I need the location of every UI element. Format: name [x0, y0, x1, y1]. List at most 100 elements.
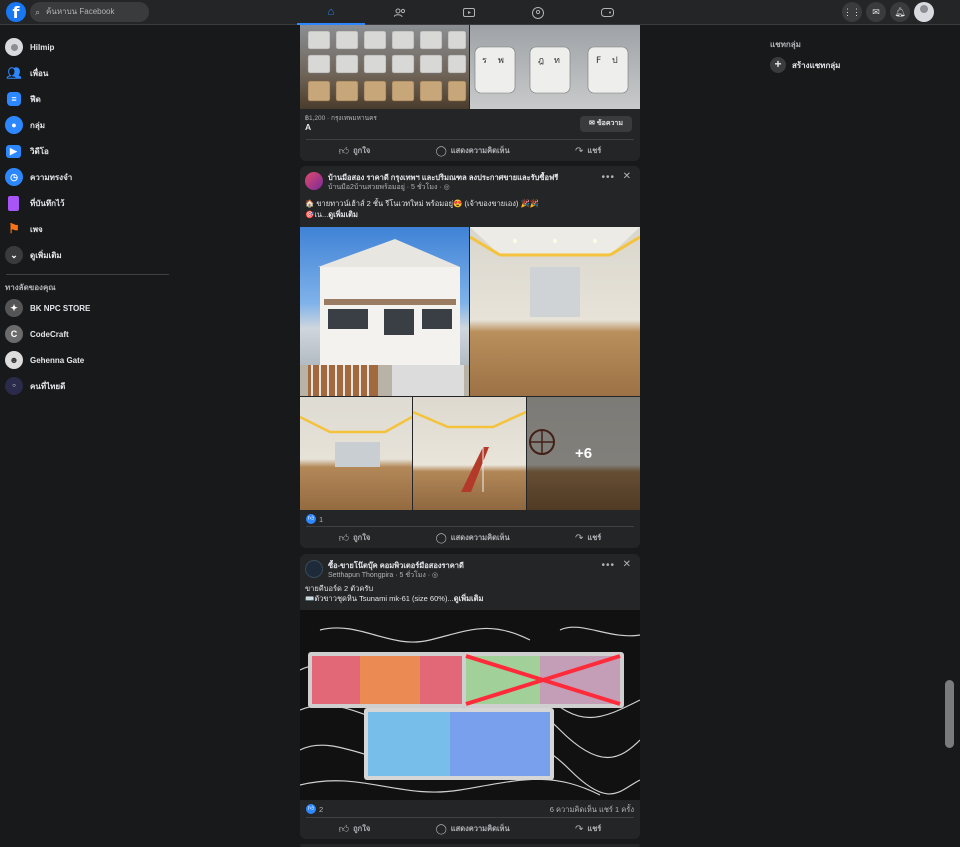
messenger-icon[interactable]: ✉	[866, 2, 886, 22]
staircase-photo[interactable]	[413, 397, 526, 510]
groups-icon: ●	[5, 116, 23, 134]
plus-icon: +	[770, 57, 786, 73]
close-icon[interactable]: ✕	[623, 171, 631, 182]
like-label: ถูกใจ	[353, 533, 371, 542]
shortcut-item[interactable]: ☻ Gehenna Gate	[0, 347, 175, 373]
share-button[interactable]: ↷ แชร์	[575, 145, 601, 157]
video-icon: ▶	[6, 144, 21, 158]
create-group-chat-label: สร้างแชทกลุ่ม	[792, 60, 841, 70]
messenger-icon: ✉	[589, 120, 597, 127]
scrollbar-thumb[interactable]	[945, 680, 954, 748]
search-input[interactable]: ⌕ ค้นหาบน Facebook	[30, 2, 149, 22]
sidebar-item-label: Hilmip	[30, 42, 55, 52]
shortcut-avatar: ☻	[5, 351, 23, 369]
gaming-icon[interactable]	[573, 0, 641, 25]
post-meta: บ้านมือ2บ้านสวยพร้อมอยู่ · 5 ชั่วโมง · ◎	[328, 184, 450, 191]
message-seller-button[interactable]: ✉ ข้อความ	[580, 116, 632, 132]
sidebar-item-see-more[interactable]: ⌄ ดูเพิ่มเติม	[0, 242, 175, 268]
like-count: 1	[319, 514, 324, 524]
interior-photo[interactable]: +6	[527, 397, 640, 510]
sidebar-item-profile[interactable]: Hilmip	[0, 34, 175, 60]
more-photos-overlay[interactable]: +6	[527, 397, 640, 510]
sidebar-item-label: ฟีด	[30, 94, 41, 104]
comment-share-counts[interactable]: 6 ความคิดเห็น แชร์ 1 ครั้ง	[550, 804, 634, 816]
friends-icon[interactable]	[366, 0, 434, 25]
shortcuts-heading: ทางลัดของคุณ	[5, 283, 56, 292]
friends-icon: 👥︎	[6, 66, 22, 80]
more-options-icon[interactable]: •••	[601, 172, 615, 183]
close-icon[interactable]: ✕	[623, 559, 631, 570]
like-reaction-icon: 👍︎	[306, 514, 316, 524]
search-placeholder: ค้นหาบน Facebook	[46, 7, 115, 16]
like-button[interactable]: 👍︎ ถูกใจ	[339, 145, 371, 157]
sidebar-item-feed[interactable]: ≡ ฟีด	[0, 86, 175, 112]
like-count: 2	[319, 804, 324, 814]
sidebar-divider	[6, 274, 169, 275]
sidebar-item-groups[interactable]: ● กลุ่ม	[0, 112, 175, 138]
interior-photo[interactable]	[300, 397, 412, 510]
shortcut-label: คนที่ไทยดี	[30, 381, 66, 391]
shortcut-item[interactable]: ✦ BK NPC STORE	[0, 295, 175, 321]
shortcut-avatar: ✦	[5, 299, 23, 317]
share-button[interactable]: ↷ แชร์	[575, 823, 601, 835]
notifications-icon[interactable]: 🔔︎	[890, 2, 910, 22]
facebook-logo[interactable]: f	[6, 2, 26, 22]
svg-text:ร: ร	[482, 56, 487, 66]
share-button[interactable]: ↷ แชร์	[575, 532, 601, 544]
house-interior-photo[interactable]	[470, 227, 640, 396]
sidebar-item-video[interactable]: ▶ วิดีโอ	[0, 138, 175, 164]
post-text-line: 🏠 ขายทาวน์เฮ้าส์ 2 ชั้น รีโนเวทใหม่ พร้อ…	[305, 199, 540, 208]
share-label: แชร์	[587, 824, 602, 833]
house-exterior-photo[interactable]	[300, 227, 469, 396]
post-divider	[306, 526, 634, 527]
saved-icon	[8, 195, 19, 211]
watch-icon[interactable]	[435, 0, 503, 25]
see-more-link[interactable]: ดูเพิ่มเติม	[454, 594, 484, 603]
post-text-prefix: ⌨️ตัวขาวชุดหิน Tsunami mk-61 (size 60%).…	[305, 594, 454, 603]
menu-grid-icon[interactable]: ⋮⋮	[842, 2, 862, 22]
create-group-chat-button[interactable]: + สร้างแชทกลุ่ม	[770, 54, 930, 76]
pages-icon: ⚑	[8, 221, 20, 236]
sidebar-item-friends[interactable]: 👥︎ เพื่อน	[0, 60, 175, 86]
reaction-summary[interactable]: 👍︎ 2	[306, 804, 323, 814]
sidebar-item-memories[interactable]: ◷ ความทรงจำ	[0, 164, 175, 190]
message-button-label: ข้อความ	[596, 120, 623, 127]
shortcut-item[interactable]: ○ คนที่ไทยดี	[0, 373, 175, 399]
reaction-summary[interactable]: 👍︎ 1	[306, 514, 323, 524]
share-label: แชร์	[587, 146, 602, 155]
like-button[interactable]: 👍︎ ถูกใจ	[339, 532, 371, 544]
profile-avatar[interactable]	[914, 2, 934, 22]
post-actions: 👍︎ ถูกใจ ◯ แสดงความคิดเห็น ↷ แชร์	[306, 528, 634, 548]
sidebar-item-label: ที่บันทึกไว้	[30, 198, 65, 208]
feed-post: ซื้อ-ขายโน๊ตบุ๊ค คอมพิวเตอร์มือสองราคาดี…	[300, 554, 640, 839]
keyboards-photo[interactable]	[300, 610, 640, 800]
shortcut-avatar: ○	[5, 377, 23, 395]
home-icon[interactable]: ⌂	[297, 0, 365, 25]
product-photo[interactable]	[300, 25, 469, 109]
like-label: ถูกใจ	[353, 146, 371, 155]
shortcut-item[interactable]: C CodeCraft	[0, 321, 175, 347]
comment-button[interactable]: ◯ แสดงความคิดเห็น	[436, 145, 510, 157]
svg-text:ฎ: ฎ	[538, 56, 544, 66]
product-photo[interactable]: ร พ ฎท F ป	[470, 25, 640, 109]
left-sidebar: Hilmip 👥︎ เพื่อน ≡ ฟีด ● กลุ่ม ▶ วิดีโอ …	[0, 34, 175, 399]
share-icon: ↷	[574, 145, 584, 157]
comment-button[interactable]: ◯ แสดงความคิดเห็น	[436, 532, 510, 544]
feed-post: บ้านมือสอง ราคาดี กรุงเทพฯ และปริมณฑล ลง…	[300, 166, 640, 548]
like-button[interactable]: 👍︎ ถูกใจ	[339, 823, 371, 835]
item-title[interactable]: A	[305, 122, 311, 133]
group-avatar[interactable]	[305, 172, 323, 190]
search-icon: ⌕	[35, 7, 41, 17]
right-column: แชทกลุ่ม + สร้างแชทกลุ่ม	[770, 38, 930, 76]
comment-button[interactable]: ◯ แสดงความคิดเห็น	[436, 823, 510, 835]
chevron-down-icon: ⌄	[5, 246, 23, 264]
see-more-link[interactable]: ดูเพิ่มเติม	[328, 210, 358, 219]
post-actions: 👍︎ ถูกใจ ◯ แสดงความคิดเห็น ↷ แชร์	[306, 819, 634, 839]
sidebar-item-pages[interactable]: ⚑ เพจ	[0, 216, 175, 242]
sidebar-item-saved[interactable]: ที่บันทึกไว้	[0, 190, 175, 216]
group-chats-title: แชทกลุ่ม	[770, 40, 801, 49]
group-avatar[interactable]	[305, 560, 323, 578]
groups-icon[interactable]	[504, 0, 572, 25]
top-navigation-bar: f ⌕ ค้นหาบน Facebook ⌂ ⋮⋮ ✉ 🔔︎	[0, 0, 960, 25]
more-options-icon[interactable]: •••	[601, 560, 615, 571]
